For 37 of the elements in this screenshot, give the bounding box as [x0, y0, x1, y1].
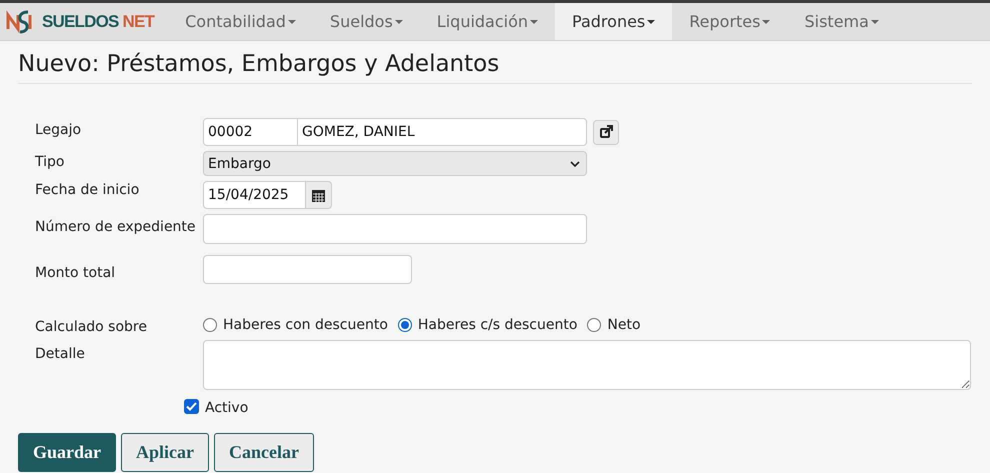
- date-field[interactable]: 15/04/2025: [203, 181, 306, 209]
- action-button[interactable]: Cancelar: [214, 433, 314, 472]
- brand-name: SUELDOS NET: [42, 12, 154, 32]
- menu-item[interactable]: Sistema: [787, 3, 896, 40]
- detail-field[interactable]: [203, 340, 971, 390]
- amount-field[interactable]: [203, 255, 412, 284]
- field-label: Tipo: [35, 153, 66, 170]
- menu-item[interactable]: Sueldos: [312, 3, 420, 40]
- menu-item[interactable]: Padrones: [555, 3, 672, 40]
- case-number-field[interactable]: [203, 214, 587, 244]
- field-label: Monto total: [35, 264, 116, 281]
- radio-option[interactable]: Haberes con descuento: [203, 317, 388, 333]
- radio-button[interactable]: [203, 318, 217, 332]
- menu-item[interactable]: Contabilidad: [168, 3, 313, 40]
- chevron-down-icon: [570, 160, 580, 166]
- page-title: Nuevo: Préstamos, Embargos y Adelantos: [18, 41, 972, 84]
- radio-button[interactable]: [587, 318, 602, 332]
- field-label: Detalle: [35, 345, 86, 362]
- code-field[interactable]: 00002: [203, 118, 298, 146]
- menu-item[interactable]: Reportes: [672, 3, 788, 40]
- radio-option[interactable]: Haberes c/s descuento: [398, 317, 578, 333]
- checkbox-label: Activo: [205, 399, 248, 416]
- type-dropdown[interactable]: Embargo: [203, 151, 587, 176]
- field-label: Fecha de inicio: [35, 181, 140, 198]
- checkbox[interactable]: [184, 398, 199, 414]
- menu-item[interactable]: Liquidación: [420, 3, 556, 40]
- field-label: Número de expediente: [35, 218, 197, 235]
- action-button[interactable]: Aplicar: [121, 433, 210, 472]
- action-button[interactable]: Guardar: [18, 433, 116, 472]
- calendar-icon[interactable]: [306, 181, 332, 209]
- radio-option[interactable]: Neto: [587, 317, 641, 333]
- field-label: Calculado sobre: [35, 318, 148, 335]
- field-label: Legajo: [35, 121, 82, 138]
- logo-icon: [6, 8, 34, 34]
- radio-button[interactable]: [398, 318, 412, 332]
- name-field[interactable]: GOMEZ, DANIEL: [298, 118, 587, 146]
- external-link-icon[interactable]: [593, 120, 619, 144]
